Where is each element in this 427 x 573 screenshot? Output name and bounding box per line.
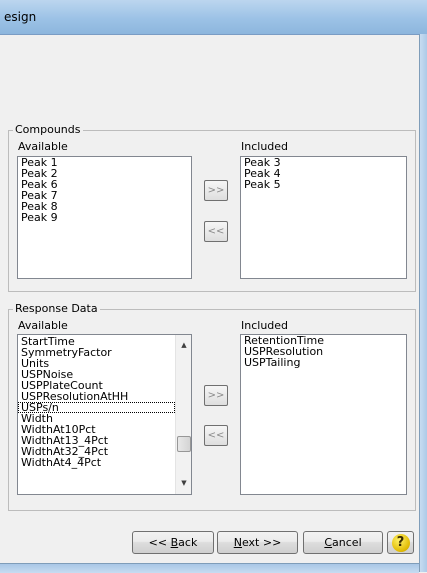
compounds-available-list[interactable]: Peak 1 Peak 2 Peak 6 Peak 7 Peak 8 Peak 9	[17, 156, 192, 279]
window-title: esign	[4, 10, 37, 24]
response-available-list[interactable]: StartTime SymmetryFactor Units USPNoise USPP…	[17, 334, 192, 495]
back-button-prefix: <<	[148, 536, 171, 549]
next-button[interactable]: Next >>	[217, 531, 298, 554]
response-included-list[interactable]: RetentionTime USPResolution USPTailing	[240, 334, 407, 495]
response-available-label: Available	[18, 319, 68, 332]
response-included-item[interactable]: USPTailing	[241, 357, 406, 368]
help-question-icon: ?	[391, 534, 410, 552]
window-frame-right	[419, 34, 427, 572]
help-button[interactable]: ?	[387, 531, 414, 554]
compound-included-item[interactable]: Peak 5	[241, 179, 406, 190]
title-bar[interactable]: esign	[0, 0, 427, 35]
next-button-accel: N	[233, 536, 242, 549]
cancel-button-label: ancel	[332, 536, 362, 549]
scroll-down-arrow-icon[interactable]: ▼	[176, 475, 191, 491]
next-button-label: ext >>	[241, 536, 282, 549]
compounds-add-button[interactable]: >>	[204, 180, 228, 201]
dialog-client-area: Compounds Available Included Peak 1 Peak …	[0, 35, 419, 563]
response-included-label: Included	[241, 319, 289, 332]
response-available-item[interactable]: WidthAt4_4Pct	[18, 457, 175, 468]
compounds-included-label: Included	[241, 140, 289, 153]
compound-available-item[interactable]: Peak 9	[18, 212, 191, 223]
cancel-button-accel: C	[324, 536, 333, 549]
response-data-group-label: Response Data	[13, 302, 100, 315]
compounds-available-label: Available	[18, 140, 68, 153]
response-remove-button[interactable]: <<	[204, 425, 228, 446]
compounds-group-label: Compounds	[13, 123, 83, 136]
back-button-label: ack	[178, 536, 198, 549]
response-available-scrollbar[interactable]: ▲ ▼	[175, 335, 191, 494]
back-button[interactable]: << Back	[132, 531, 214, 554]
scroll-up-arrow-icon[interactable]: ▲	[176, 337, 191, 353]
scroll-thumb[interactable]	[177, 436, 191, 452]
cancel-button[interactable]: Cancel	[303, 531, 383, 554]
compounds-included-list[interactable]: Peak 3 Peak 4 Peak 5	[240, 156, 407, 279]
response-add-button[interactable]: >>	[204, 385, 228, 406]
compounds-remove-button[interactable]: <<	[204, 221, 228, 242]
